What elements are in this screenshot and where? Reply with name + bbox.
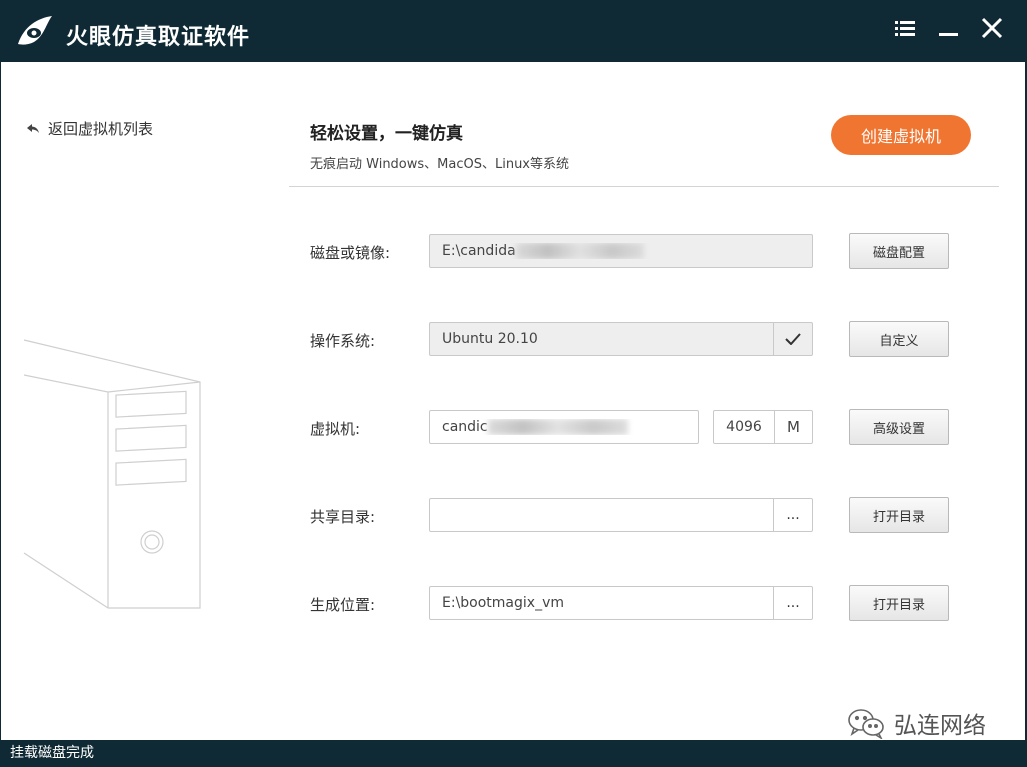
memory-field[interactable]: 4096 M	[713, 410, 813, 444]
menu-list-icon	[895, 21, 915, 36]
back-to-vm-list-link[interactable]: 返回虚拟机列表	[26, 118, 153, 139]
share-dir-browse-button[interactable]: ...	[773, 499, 812, 531]
checkmark-icon	[785, 333, 801, 345]
share-dir-input[interactable]: ...	[429, 498, 813, 532]
open-output-dir-button[interactable]: 打开目录	[849, 585, 949, 621]
disk-image-field[interactable]: E:\candida	[429, 234, 813, 268]
watermark-text: 弘连网络	[894, 713, 986, 739]
vm-name-input[interactable]: candic	[429, 410, 699, 444]
title-bar: 火眼仿真取证软件	[0, 0, 1027, 62]
create-vm-button[interactable]: 创建虚拟机	[831, 115, 971, 155]
status-text: 挂载磁盘完成	[10, 745, 94, 761]
customize-os-button[interactable]: 自定义	[849, 321, 949, 357]
wechat-icon	[848, 709, 884, 739]
back-arrow-icon	[27, 123, 39, 133]
output-location-label: 生成位置:	[310, 596, 376, 614]
page-title: 轻松设置，一键仿真	[310, 124, 463, 144]
os-label: 操作系统:	[310, 332, 376, 350]
open-share-dir-button[interactable]: 打开目录	[849, 497, 949, 533]
redacted-text	[487, 419, 628, 435]
output-location-input[interactable]: E:\bootmagix_vm ...	[429, 586, 813, 620]
minimize-button[interactable]	[934, 14, 964, 44]
page-subtitle: 无痕启动 Windows、MacOS、Linux等系统	[310, 157, 570, 172]
disk-image-value: E:\candida	[442, 243, 516, 259]
memory-unit: M	[787, 418, 800, 436]
watermark: 弘连网络	[846, 706, 986, 740]
disk-config-button[interactable]: 磁盘配置	[849, 233, 949, 269]
redacted-text	[515, 243, 644, 259]
disk-label: 磁盘或镜像:	[310, 244, 391, 262]
close-button[interactable]	[977, 14, 1007, 44]
header-divider	[289, 186, 999, 187]
close-icon	[981, 17, 1003, 39]
menu-button[interactable]	[890, 14, 920, 44]
vm-name-value: candic	[442, 419, 488, 435]
memory-value[interactable]: 4096	[714, 411, 775, 443]
advanced-settings-button[interactable]: 高级设置	[849, 409, 949, 445]
os-select-value: Ubuntu 20.10	[442, 331, 538, 347]
eye-logo-icon	[18, 16, 52, 45]
back-link-label: 返回虚拟机列表	[48, 120, 154, 138]
os-select-confirm[interactable]	[773, 323, 812, 355]
os-select[interactable]: Ubuntu 20.10	[429, 322, 813, 356]
vm-label: 虚拟机:	[310, 420, 361, 438]
output-location-value: E:\bootmagix_vm	[442, 595, 564, 611]
status-bar: 挂载磁盘完成	[0, 740, 1027, 767]
output-location-browse-button[interactable]: ...	[773, 587, 812, 619]
app-title: 火眼仿真取证软件	[66, 25, 251, 50]
minimize-icon	[939, 33, 958, 36]
share-dir-label: 共享目录:	[310, 508, 376, 526]
pc-tower-illustration	[23, 339, 201, 609]
window-border-left	[0, 62, 1, 740]
